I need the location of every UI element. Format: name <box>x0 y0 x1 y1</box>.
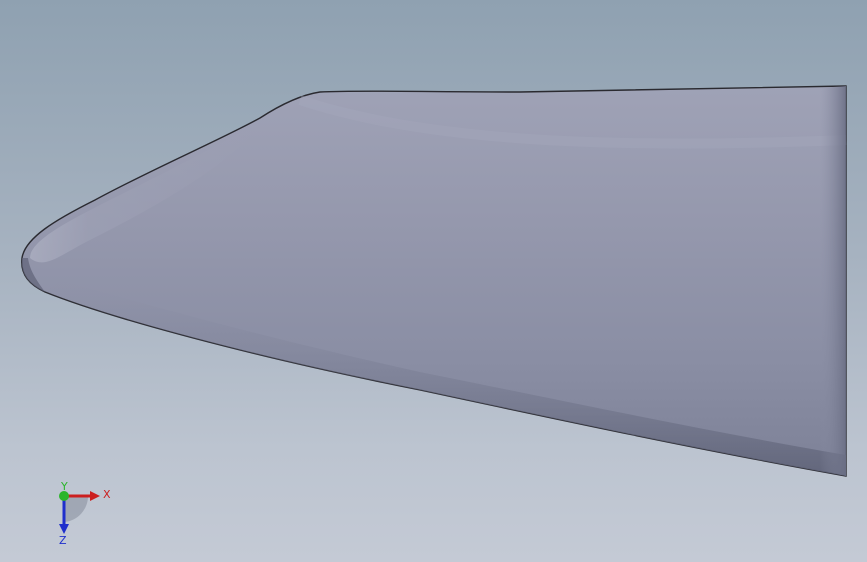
z-axis-label: Z <box>59 534 67 547</box>
y-axis-label: Y <box>60 482 68 493</box>
x-axis-label: X <box>103 488 111 501</box>
graphics-viewport[interactable]: X Y Z <box>0 0 867 562</box>
orientation-triad: X Y Z <box>59 482 111 547</box>
right-edge-shade <box>820 86 846 476</box>
part-model[interactable] <box>0 0 867 562</box>
triad-plane <box>64 496 89 522</box>
z-axis-arrow <box>59 524 69 534</box>
x-axis-arrow <box>90 491 100 501</box>
